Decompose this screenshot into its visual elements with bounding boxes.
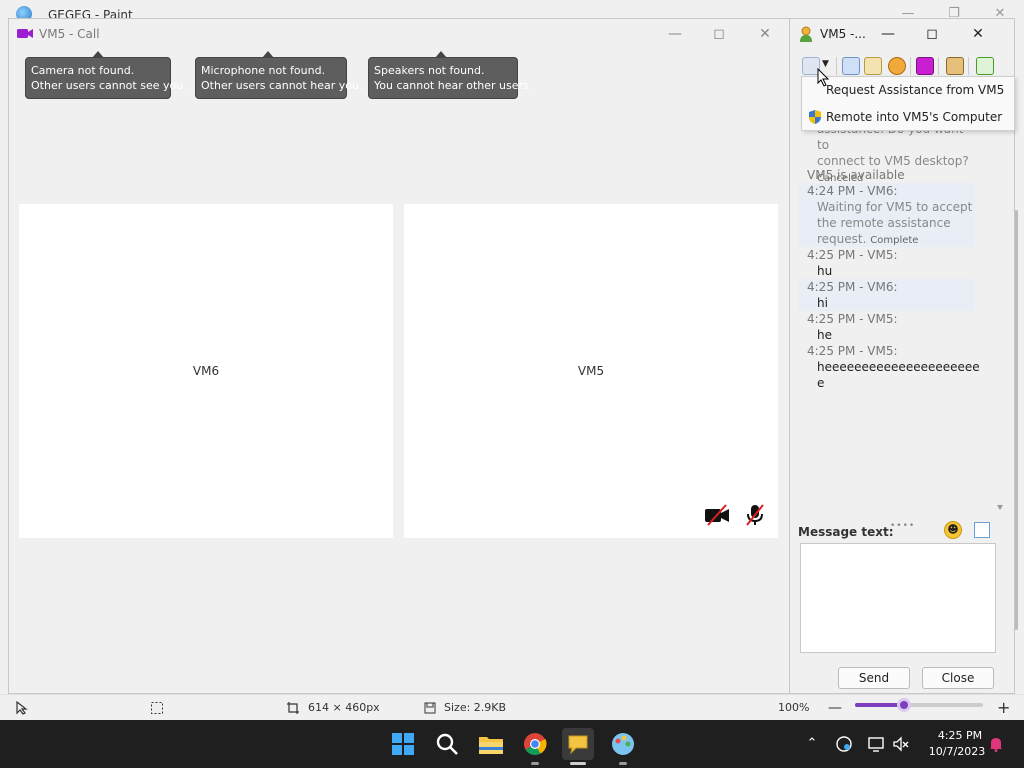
pointer-icon	[16, 701, 28, 715]
call-window-title: VM5 - Call	[39, 27, 100, 41]
message-input[interactable]	[800, 543, 996, 653]
splitter-grip[interactable]: ••••	[890, 521, 915, 531]
close-button[interactable]: Close	[922, 667, 994, 689]
call-window: VM5 - Call — ◻ ✕ Camera not found. Other…	[8, 18, 790, 694]
call-close-button[interactable]: ✕	[751, 24, 779, 44]
chat-window-title: VM5 -...	[820, 27, 866, 41]
zoom-level-text: 100%	[778, 701, 810, 714]
taskbar-indicator	[531, 762, 539, 765]
settings-icon[interactable]	[888, 57, 906, 75]
clock-date[interactable]: 10/7/2023	[924, 745, 990, 758]
paint-taskbar-icon[interactable]	[607, 728, 639, 760]
zoom-in-button[interactable]: +	[997, 700, 1010, 716]
video-panel-self: VM6	[19, 204, 393, 538]
menu-item-request-assistance[interactable]: Request Assistance from VM5	[802, 77, 1014, 103]
message-text-label: Message text:	[798, 525, 894, 539]
chat-app-icon[interactable]	[562, 728, 594, 760]
menu-item-remote-into-computer[interactable]: Remote into VM5's Computer	[802, 104, 1014, 130]
chat-log: assistance. Do you want to connect to VM…	[799, 119, 995, 517]
microphone-off-icon	[746, 504, 764, 526]
zoom-out-button[interactable]: —	[828, 700, 842, 716]
taskbar-indicator	[619, 762, 627, 765]
canvas-size: 614 × 460px	[286, 700, 380, 716]
chrome-icon[interactable]	[519, 728, 551, 760]
taskbar: ⌃ 4:25 PM 10/7/2023	[0, 720, 1024, 768]
file-size: Size: 2.9KB	[424, 700, 506, 716]
user-icon	[800, 26, 812, 42]
status-note: Complete	[870, 235, 919, 246]
taskbar-indicator-active	[570, 762, 586, 765]
chat-log-scrollbar[interactable]	[995, 119, 1005, 517]
save-icon	[424, 702, 436, 714]
selection-icon	[151, 702, 163, 714]
send-button[interactable]: Send	[838, 667, 910, 689]
clock-time[interactable]: 4:25 PM	[930, 729, 990, 742]
chat-message: VM5 is available	[807, 168, 905, 182]
start-icon[interactable]	[387, 728, 419, 760]
add-contact-icon[interactable]	[946, 57, 964, 75]
file-size-text: Size: 2.9KB	[444, 701, 507, 714]
send-file-icon[interactable]	[864, 57, 882, 75]
chat-message: 4:25 PM - VM5: hu	[807, 248, 898, 278]
speakers-warning-tooltip: Speakers not found. You cannot hear othe…	[368, 51, 532, 99]
video-panel-label: VM5	[577, 364, 605, 378]
chat-message: 4:25 PM - VM6: hi	[799, 279, 975, 311]
shield-icon	[809, 110, 821, 124]
video-panel-label: VM6	[192, 364, 220, 378]
camera-off-icon	[705, 504, 729, 526]
chat-message: 4:24 PM - VM6: Waiting for VM5 to accept…	[799, 183, 975, 247]
chat-close-button[interactable]: ✕	[964, 24, 992, 44]
format-text-icon[interactable]	[974, 522, 990, 538]
cursor-position	[16, 700, 28, 716]
notification-bell-icon[interactable]	[987, 735, 1005, 753]
selection-size	[150, 700, 164, 716]
exit-icon[interactable]	[976, 57, 994, 75]
zoom-slider-thumb[interactable]	[896, 698, 911, 712]
file-explorer-icon[interactable]	[475, 728, 507, 760]
search-icon[interactable]	[431, 728, 463, 760]
microphone-warning-tooltip: Microphone not found. Other users cannot…	[195, 51, 362, 99]
remote-assistance-menu: Request Assistance from VM5 Remote into …	[801, 76, 1015, 131]
mouse-cursor-icon	[817, 68, 830, 87]
chat-toolbar: ▼	[800, 55, 1010, 77]
chat-message: 4:25 PM - VM5: heeeeeeeeeeeeeeeeeeeee e	[807, 344, 980, 390]
chat-bubble-icon	[568, 735, 588, 755]
video-call-icon[interactable]	[916, 57, 934, 75]
emoji-icon[interactable]: ☻	[944, 521, 962, 539]
camera-warning-tooltip: Camera not found. Other users cannot see…	[25, 51, 187, 99]
volume-muted-icon[interactable]	[892, 735, 910, 753]
video-camera-icon	[17, 29, 33, 38]
call-minimize-button[interactable]: —	[661, 24, 689, 44]
display-icon[interactable]	[867, 735, 885, 753]
file-transfer-icon[interactable]	[842, 57, 860, 75]
video-panel-remote: VM5	[404, 204, 778, 538]
call-maximize-button[interactable]: ◻	[705, 24, 733, 44]
paint-statusbar: 614 × 460px Size: 2.9KB 100% — +	[0, 694, 1024, 720]
chat-minimize-button[interactable]: —	[874, 24, 902, 44]
chat-message: 4:25 PM - VM5: he	[807, 312, 898, 342]
canvas-size-text: 614 × 460px	[308, 701, 380, 714]
chevron-up-icon[interactable]: ⌃	[803, 735, 821, 753]
zoom-slider[interactable]	[855, 698, 983, 712]
chat-maximize-button[interactable]: ◻	[918, 24, 946, 44]
network-icon[interactable]	[835, 735, 853, 753]
canvas-size-icon	[287, 702, 299, 714]
